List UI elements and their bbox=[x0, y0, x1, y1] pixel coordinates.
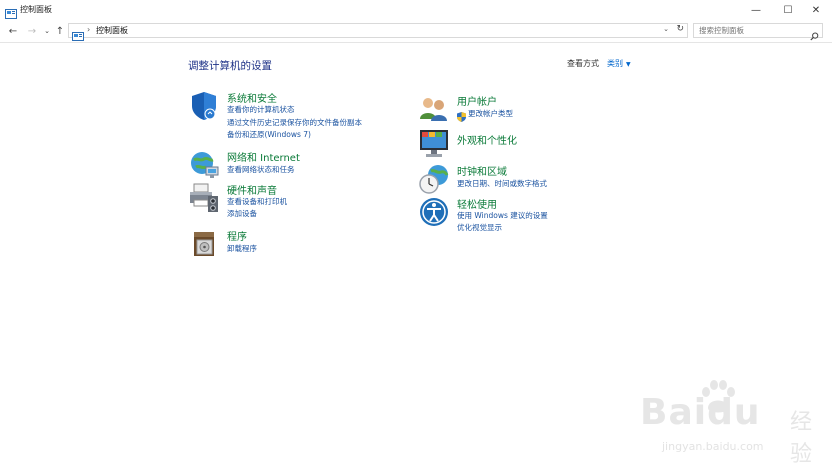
view-by-value[interactable]: 类别 bbox=[607, 59, 623, 68]
system-security-title[interactable]: 系统和安全 bbox=[227, 90, 277, 105]
ease-of-access-title[interactable]: 轻松使用 bbox=[457, 196, 497, 211]
address-dropdown-button[interactable]: ⌄ bbox=[663, 25, 669, 33]
up-button[interactable]: ↑ bbox=[53, 24, 67, 38]
back-button[interactable]: ← bbox=[6, 24, 20, 38]
clock-region-title[interactable]: 时钟和区域 bbox=[457, 163, 507, 178]
user-accounts-title[interactable]: 用户帐户 bbox=[457, 93, 497, 108]
window-title: 控制面板 bbox=[20, 5, 52, 14]
uac-shield-icon bbox=[457, 107, 466, 126]
add-device-link[interactable]: 添加设备 bbox=[227, 208, 257, 219]
shield-icon[interactable] bbox=[188, 90, 220, 122]
search-icon[interactable] bbox=[810, 26, 819, 45]
network-internet-title[interactable]: 网络和 Internet bbox=[227, 149, 300, 164]
minimize-button[interactable]: — bbox=[740, 0, 772, 20]
uninstall-program-link[interactable]: 卸载程序 bbox=[227, 243, 257, 254]
ease-of-access-icon[interactable] bbox=[418, 196, 450, 228]
recent-locations-button[interactable]: ⌄ bbox=[40, 24, 54, 38]
printer-icon[interactable] bbox=[188, 182, 220, 214]
category-clock-region: 时钟和区域 更改日期、时间或数字格式 bbox=[418, 163, 618, 195]
change-date-time-format-link[interactable]: 更改日期、时间或数字格式 bbox=[457, 178, 547, 189]
category-network-internet: 网络和 Internet 查看网络状态和任务 bbox=[188, 149, 388, 179]
monitor-icon[interactable] bbox=[418, 128, 450, 160]
view-by-control[interactable]: 查看方式 类别 ▼ bbox=[567, 58, 631, 69]
category-user-accounts: 用户帐户 更改帐户类型 bbox=[418, 93, 618, 123]
close-button[interactable]: ✕ bbox=[800, 0, 832, 20]
hardware-sound-title[interactable]: 硬件和声音 bbox=[227, 182, 277, 197]
clock-globe-icon[interactable] bbox=[418, 163, 450, 195]
watermark-brand: Baidu bbox=[640, 392, 761, 433]
appearance-title[interactable]: 外观和个性化 bbox=[457, 132, 517, 147]
category-hardware-sound: 硬件和声音 查看设备和打印机 添加设备 bbox=[188, 182, 388, 222]
breadcrumb-control-panel[interactable]: 控制面板 bbox=[96, 25, 128, 36]
view-computer-status-link[interactable]: 查看你的计算机状态 bbox=[227, 104, 295, 115]
watermark-url: jingyan.baidu.com bbox=[662, 440, 764, 453]
file-history-link[interactable]: 通过文件历史记录保存你的文件备份副本 bbox=[227, 117, 362, 128]
page-title: 调整计算机的设置 bbox=[188, 60, 272, 72]
control-panel-crumb-icon bbox=[72, 26, 84, 45]
address-path-box[interactable]: › 控制面板 ⌄ ↻ bbox=[68, 23, 688, 41]
category-ease-of-access: 轻松使用 使用 Windows 建议的设置 优化视觉显示 bbox=[418, 196, 618, 236]
address-bar: ← → ⌄ ↑ › 控制面板 ⌄ ↻ bbox=[0, 20, 832, 43]
windows-recommended-settings-link[interactable]: 使用 Windows 建议的设置 bbox=[457, 210, 548, 221]
baidu-watermark: Baidu 经验 jingyan.baidu.com bbox=[640, 380, 820, 467]
change-account-type-link[interactable]: 更改帐户类型 bbox=[468, 108, 513, 119]
view-by-label: 查看方式 bbox=[567, 59, 599, 68]
category-programs: 程序 卸载程序 bbox=[188, 228, 388, 260]
globe-network-icon[interactable] bbox=[188, 149, 220, 181]
backup-restore-link[interactable]: 备份和还原(Windows 7) bbox=[227, 129, 311, 140]
refresh-button[interactable]: ↻ bbox=[676, 24, 684, 34]
search-box[interactable] bbox=[693, 23, 823, 41]
users-icon[interactable] bbox=[418, 93, 450, 125]
title-bar: 控制面板 — ☐ ✕ bbox=[0, 0, 832, 20]
view-by-dropdown-icon[interactable]: ▼ bbox=[626, 61, 631, 68]
programs-title[interactable]: 程序 bbox=[227, 228, 247, 243]
breadcrumb-separator[interactable]: › bbox=[87, 25, 90, 34]
programs-icon[interactable] bbox=[188, 228, 220, 260]
view-network-status-link[interactable]: 查看网络状态和任务 bbox=[227, 164, 295, 175]
category-system-security: 系统和安全 查看你的计算机状态 通过文件历史记录保存你的文件备份副本 备份和还原… bbox=[188, 90, 388, 140]
forward-button[interactable]: → bbox=[25, 24, 39, 38]
category-appearance: 外观和个性化 bbox=[418, 128, 618, 160]
watermark-sub: 经验 bbox=[790, 410, 813, 467]
search-input[interactable] bbox=[694, 24, 809, 37]
view-devices-printers-link[interactable]: 查看设备和打印机 bbox=[227, 196, 287, 207]
optimize-visual-display-link[interactable]: 优化视觉显示 bbox=[457, 222, 502, 233]
